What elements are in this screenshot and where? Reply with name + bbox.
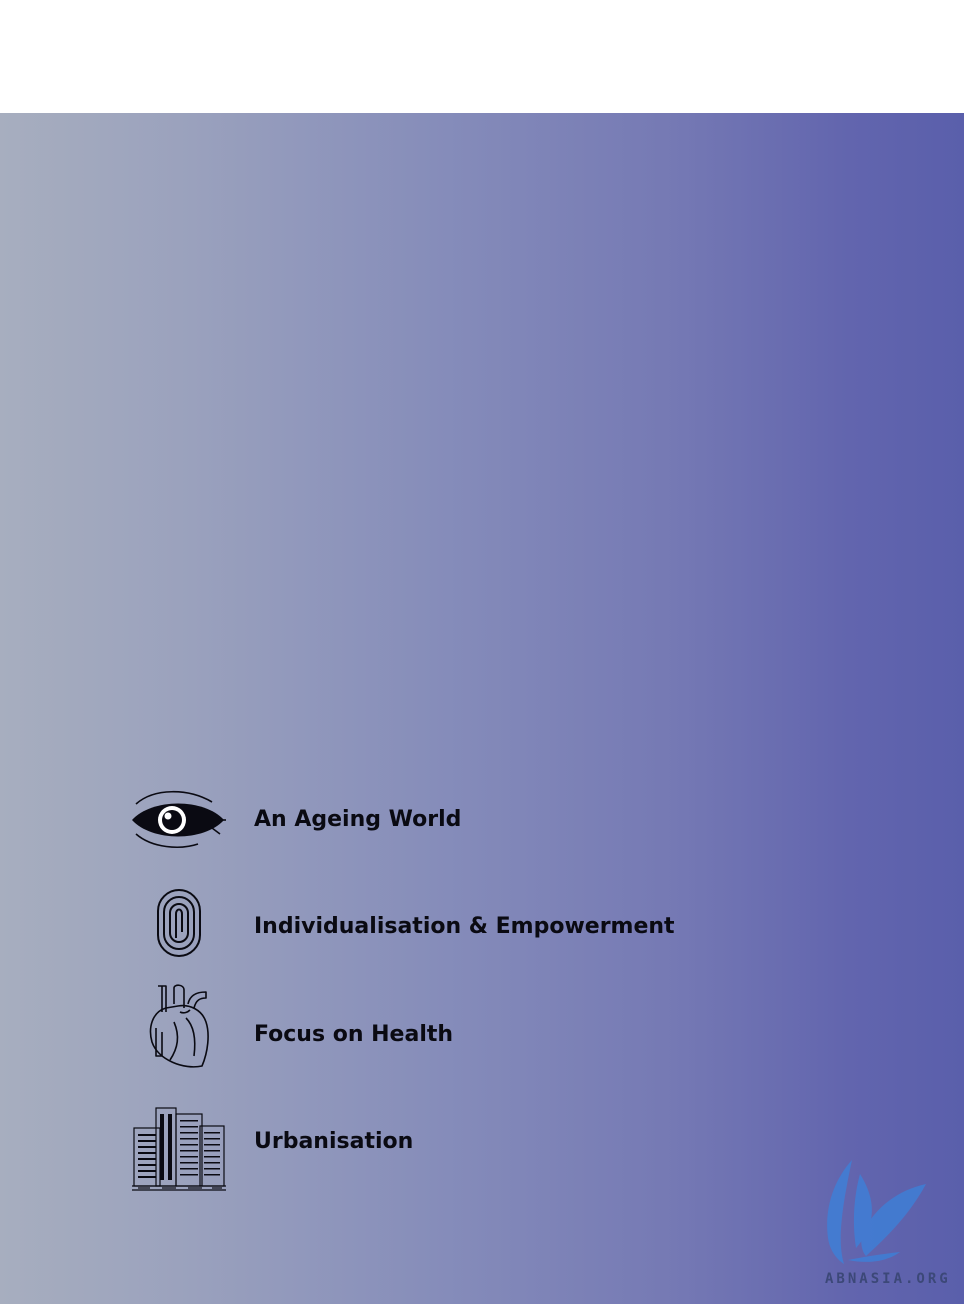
fingerprint-icon (157, 889, 201, 957)
city-buildings-icon (132, 1107, 226, 1191)
trend-label: Individualisation & Empowerment (254, 914, 675, 939)
heart-icon (149, 984, 209, 1068)
eye-icon (132, 790, 226, 848)
feather-logo-icon (827, 1160, 926, 1264)
trend-label: Focus on Health (254, 1022, 454, 1047)
abnasia-watermark: ABNASIA.ORG (814, 1156, 964, 1304)
trend-item-individualisation: Individualisation & Empowerment (0, 878, 964, 978)
trend-item-ageing-world: An Ageing World (0, 770, 964, 870)
trend-label: Urbanisation (254, 1129, 414, 1154)
trend-item-health: Focus on Health (0, 984, 964, 1085)
trend-label: An Ageing World (254, 807, 462, 832)
watermark-text: ABNASIA.ORG (825, 1271, 951, 1287)
